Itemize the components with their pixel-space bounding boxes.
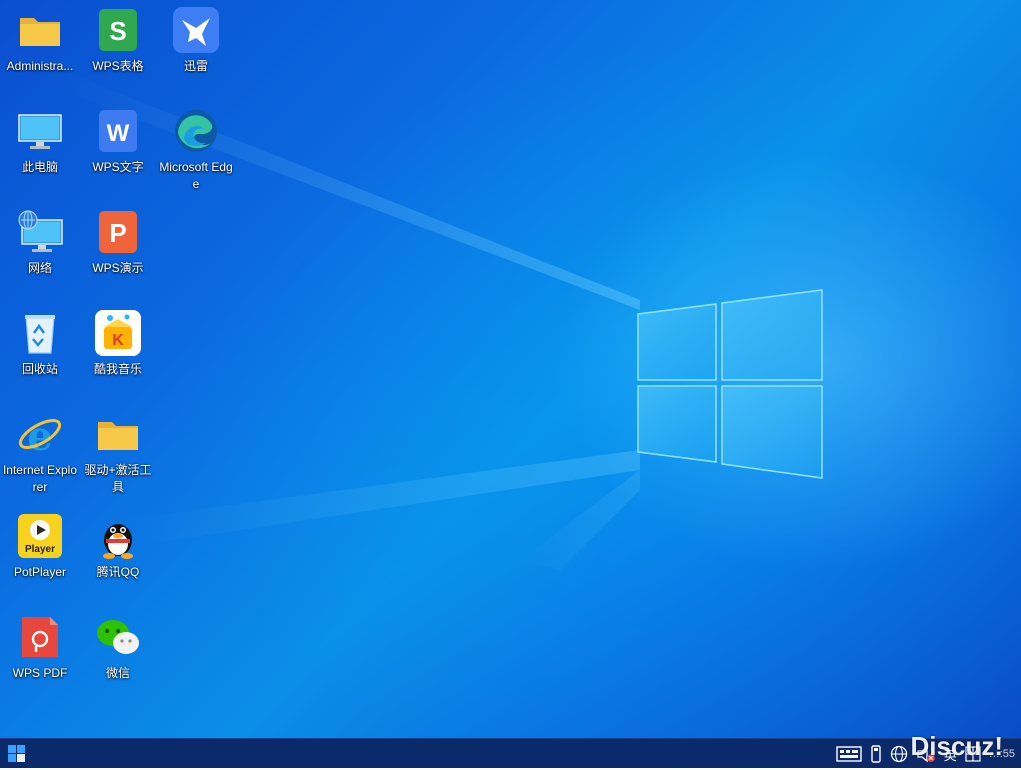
desktop-icon-internet-explorer[interactable]: e Internet Explorer <box>1 406 79 506</box>
desktop-icon-label: WPS文字 <box>92 160 144 174</box>
desktop-icon-wps-pdf[interactable]: WPS PDF <box>1 609 79 709</box>
desktop-icon-wps-spreadsheet[interactable]: S WPS表格 <box>79 2 157 102</box>
desktop-icon-label: WPS演示 <box>92 261 144 275</box>
network-globe-icon[interactable] <box>890 739 908 769</box>
keyboard-tray-icon[interactable] <box>835 739 862 769</box>
desktop-icon-label: PotPlayer <box>13 565 67 579</box>
desktop-icon-administrator[interactable]: Administra... <box>1 2 79 102</box>
desktop-icon-this-pc[interactable]: 此电脑 <box>1 103 79 203</box>
desktop-icon-label: 网络 <box>27 261 52 275</box>
wps-spreadsheet-icon: S <box>94 6 142 54</box>
desktop-icon-microsoft-edge[interactable]: Microsoft Edge <box>157 103 235 203</box>
svg-text:Player: Player <box>25 544 55 555</box>
desktop-icon-label: WPS PDF <box>12 666 68 680</box>
desktop-icon-label: 迅雷 <box>183 59 208 73</box>
windows-start-icon <box>8 745 25 762</box>
kuwo-music-icon: K <box>94 309 142 357</box>
wechat-icon <box>94 613 142 661</box>
desktop-icon-network[interactable]: 网络 <box>1 204 79 304</box>
windows-logo <box>637 289 823 479</box>
potplayer-icon: Player <box>16 512 64 560</box>
folder-icon <box>94 410 142 458</box>
desktop-icon-label: Microsoft Edge <box>159 160 233 191</box>
wps-presentation-icon: P <box>94 208 142 256</box>
desktop-icon-label: Administra... <box>6 59 74 73</box>
qq-icon <box>94 512 142 560</box>
desktop-icon-label: 酷我音乐 <box>93 362 142 376</box>
this-pc-icon <box>16 107 64 155</box>
desktop-icon-wps-presentation[interactable]: P WPS演示 <box>79 204 157 304</box>
desktop-icon-label: 微信 <box>105 666 130 680</box>
edge-icon <box>172 107 220 155</box>
svg-text:S: S <box>109 16 126 46</box>
desktop-icon-driver-activation-folder[interactable]: 驱动+激活工具 <box>79 406 157 506</box>
svg-text:P: P <box>109 218 126 248</box>
desktop-icon-label: Internet Explorer <box>2 463 78 494</box>
desktop-icon-wechat[interactable]: 微信 <box>79 609 157 709</box>
xunlei-icon <box>172 6 220 54</box>
desktop-icon-label: 回收站 <box>21 362 58 376</box>
wps-pdf-icon <box>16 613 64 661</box>
svg-text:W: W <box>107 120 130 147</box>
start-button[interactable] <box>4 743 30 765</box>
desktop-icon-label: 腾讯QQ <box>96 565 140 579</box>
desktop-icon-label: 此电脑 <box>21 160 58 174</box>
network-icon <box>16 208 64 256</box>
desktop-icon-label: 驱动+激活工具 <box>84 463 152 494</box>
desktop-icon-qq[interactable]: 腾讯QQ <box>79 508 157 608</box>
internet-explorer-icon: e <box>16 410 64 460</box>
desktop-icon-wps-writer[interactable]: W WPS文字 <box>79 103 157 203</box>
recycle-bin-icon <box>16 309 64 357</box>
desktop[interactable]: Administra... 此电脑 网络 回收站 e Internet Expl… <box>0 0 1021 738</box>
desktop-icon-recycle-bin[interactable]: 回收站 <box>1 305 79 405</box>
desktop-icon-kuwo-music[interactable]: K 酷我音乐 <box>79 305 157 405</box>
wps-writer-icon: W <box>94 107 142 155</box>
desktop-icon-label: WPS表格 <box>92 59 144 73</box>
taskbar: 英 …:55 Discuz! <box>0 731 1021 769</box>
folder-icon <box>16 6 64 54</box>
desktop-icon-xunlei[interactable]: 迅雷 <box>157 2 235 102</box>
desktop-icon-potplayer[interactable]: Player PotPlayer <box>1 508 79 608</box>
usb-icon[interactable] <box>870 739 882 769</box>
svg-text:K: K <box>112 332 124 349</box>
discuz-watermark: Discuz! <box>910 731 1003 761</box>
